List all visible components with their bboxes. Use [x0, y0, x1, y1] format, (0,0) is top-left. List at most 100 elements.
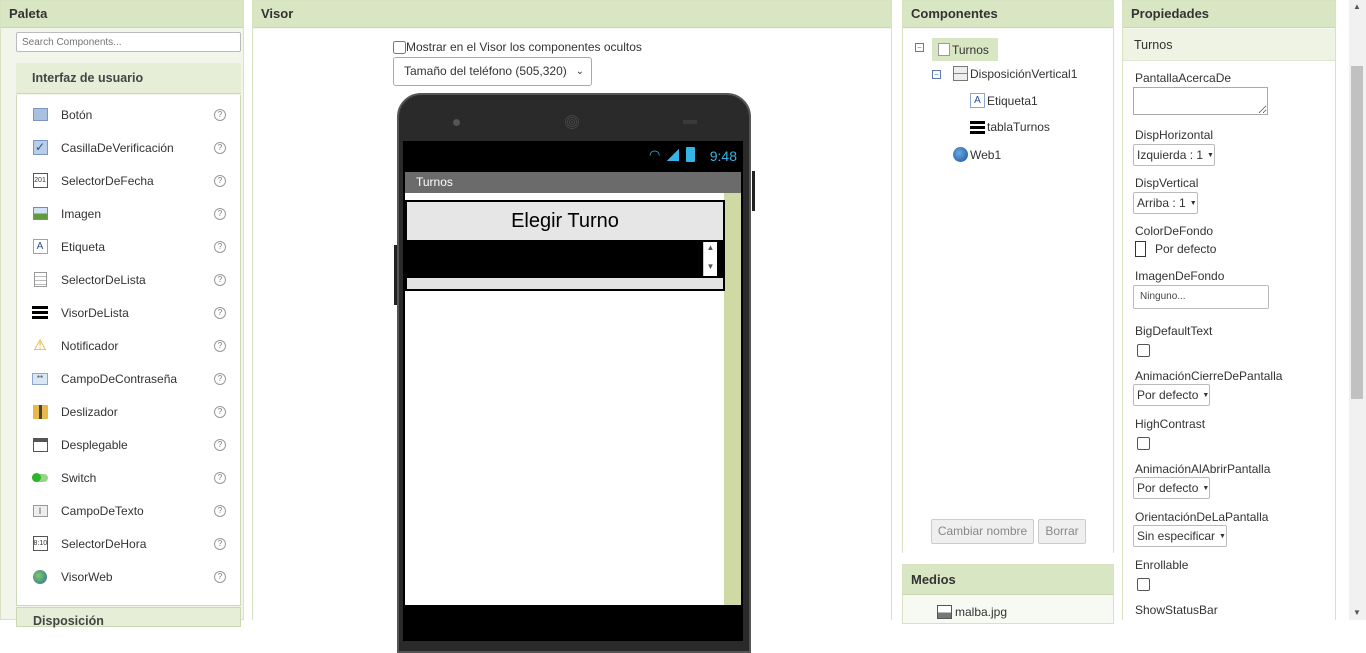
- help-icon[interactable]: ?: [214, 174, 226, 187]
- palette-item-listview[interactable]: VisorDeLista ?: [17, 296, 240, 329]
- list-scrollbar[interactable]: ▲ ▼: [703, 242, 717, 276]
- phone-size-value: Tamaño del teléfono (505,320): [404, 64, 567, 78]
- show-hidden-checkbox[interactable]: [393, 40, 406, 54]
- phone-sensor-icon: [683, 120, 697, 124]
- list-view-icon: [32, 305, 48, 321]
- screen-title-bar: Turnos: [405, 172, 741, 193]
- scroll-up-icon[interactable]: ▲: [704, 242, 717, 253]
- properties-panel: Propiedades Turnos PantallaAcercaDe Disp…: [1122, 0, 1336, 621]
- screen-canvas[interactable]: Elegir Turno ▲ ▼: [405, 193, 741, 605]
- help-icon[interactable]: ?: [214, 504, 226, 517]
- show-hidden-label: Mostrar en el Visor los componentes ocul…: [406, 40, 642, 54]
- about-screen-textarea[interactable]: [1133, 87, 1268, 115]
- help-icon[interactable]: ?: [214, 405, 226, 418]
- vertical-arrangement[interactable]: Elegir Turno ▲ ▼: [405, 200, 725, 291]
- big-default-text-checkbox[interactable]: [1137, 344, 1150, 357]
- collapse-icon[interactable]: −: [932, 70, 941, 79]
- help-icon[interactable]: ?: [214, 273, 226, 286]
- palette-component-list: Botón ? ✓ CasillaDeVerificación ? 201 Se…: [16, 95, 241, 606]
- page-scrollbar[interactable]: ▲ ▼: [1349, 0, 1366, 620]
- palette-item-datepicker[interactable]: 201 SelectorDeFecha ?: [17, 164, 240, 197]
- palette-item-timepicker[interactable]: 8:10 SelectorDeHora ?: [17, 527, 240, 560]
- checkbox-icon: ✓: [32, 140, 48, 156]
- align-vertical-value: Arriba : 1: [1137, 196, 1186, 210]
- high-contrast-checkbox[interactable]: [1137, 437, 1150, 450]
- help-icon[interactable]: ?: [214, 207, 226, 220]
- palette-item-label: Notificador: [61, 338, 119, 353]
- open-animation-dropdown[interactable]: Por defecto ▼: [1133, 477, 1211, 499]
- components-title: Componentes: [903, 1, 1113, 28]
- palette-item-spinner[interactable]: Desplegable ?: [17, 428, 240, 461]
- help-icon[interactable]: ?: [214, 141, 226, 154]
- scrollable-checkbox[interactable]: [1137, 578, 1150, 591]
- help-icon[interactable]: ?: [214, 108, 226, 121]
- color-swatch-icon: [1135, 241, 1146, 257]
- list-picker-icon: [32, 272, 48, 288]
- palette-item-webviewer[interactable]: VisorWeb ?: [17, 560, 240, 593]
- palette-item-checkbox[interactable]: ✓ CasillaDeVerificación ?: [17, 131, 240, 164]
- background-image-label: ImagenDeFondo: [1135, 269, 1225, 283]
- help-icon[interactable]: ?: [214, 372, 226, 385]
- tree-node-web[interactable]: Web1: [953, 147, 1001, 162]
- palette-item-textbox[interactable]: I CampoDeTexto ?: [17, 494, 240, 527]
- properties-title: Propiedades: [1123, 1, 1335, 28]
- text-field-icon: I: [32, 503, 48, 519]
- help-icon[interactable]: ?: [214, 339, 226, 352]
- palette-item-switch[interactable]: Switch ?: [17, 461, 240, 494]
- tree-node-label: Web1: [970, 147, 1002, 162]
- media-file-item[interactable]: malba.jpg: [937, 605, 1007, 619]
- help-icon[interactable]: ?: [214, 471, 226, 484]
- tree-node-label: tablaTurnos: [987, 120, 1050, 134]
- palette-item-notifier[interactable]: ⚠ Notificador ?: [17, 329, 240, 362]
- palette-item-password[interactable]: ** CampoDeContraseña ?: [17, 362, 240, 395]
- palette-item-listpicker[interactable]: SelectorDeLista ?: [17, 263, 240, 296]
- search-components-input[interactable]: [16, 32, 241, 52]
- tree-node-screen[interactable]: Turnos: [932, 38, 998, 61]
- scroll-down-icon[interactable]: ▼: [1353, 608, 1361, 617]
- components-tree: − Turnos − DisposiciónVertical1 A Etique…: [903, 29, 1113, 553]
- tree-node-label-1[interactable]: A Etiqueta1: [970, 93, 1038, 108]
- palette-item-label-component[interactable]: A Etiqueta ?: [17, 230, 240, 263]
- tree-node-table[interactable]: tablaTurnos: [970, 120, 1050, 134]
- help-icon[interactable]: ?: [214, 537, 226, 550]
- tree-node-vertical-arrangement[interactable]: DisposiciónVertical1: [953, 66, 1077, 81]
- viewer-panel: Visor Mostrar en el Visor los componente…: [252, 0, 892, 653]
- components-panel: Componentes − Turnos − DisposiciónVertic…: [902, 0, 1114, 553]
- phone-preview: ◠ 9:48 Turnos Elegir Turno ▲ ▼: [394, 93, 755, 653]
- palette-item-label: CampoDeContraseña: [61, 371, 178, 386]
- phone-size-select[interactable]: Tamaño del teléfono (505,320) ⌄: [393, 57, 592, 86]
- palette-item-label: CampoDeTexto: [61, 503, 144, 518]
- show-hidden-components[interactable]: Mostrar en el Visor los componentes ocul…: [393, 40, 642, 54]
- label-letter-icon: A: [970, 93, 985, 108]
- palette-item-slider[interactable]: Deslizador ?: [17, 395, 240, 428]
- collapse-icon[interactable]: −: [915, 43, 924, 52]
- rename-button[interactable]: Cambiar nombre: [931, 519, 1034, 544]
- help-icon[interactable]: ?: [214, 438, 226, 451]
- help-icon[interactable]: ?: [214, 306, 226, 319]
- delete-button[interactable]: Borrar: [1038, 519, 1086, 544]
- category-layout[interactable]: Disposición: [16, 607, 241, 628]
- globe-icon: [32, 569, 48, 585]
- viewer-title: Visor: [253, 1, 891, 28]
- viewer-body: Mostrar en el Visor los componentes ocul…: [253, 29, 891, 653]
- background-image-picker[interactable]: Ninguno...: [1133, 285, 1269, 309]
- category-user-interface[interactable]: Interfaz de usuario: [16, 63, 241, 94]
- align-horizontal-dropdown[interactable]: Izquierda : 1 ▼: [1133, 144, 1215, 166]
- help-icon[interactable]: ?: [214, 570, 226, 583]
- palette-item-image[interactable]: Imagen ?: [17, 197, 240, 230]
- background-color-value: Por defecto: [1155, 242, 1217, 256]
- help-icon[interactable]: ?: [214, 240, 226, 253]
- list-view-table[interactable]: ▲ ▼: [407, 240, 723, 278]
- properties-list: PantallaAcercaDe DispHorizontal Izquierd…: [1123, 61, 1335, 621]
- palette-panel: Paleta Interfaz de usuario Botón ? ✓ Cas…: [0, 0, 244, 628]
- scroll-down-icon[interactable]: ▼: [704, 261, 717, 272]
- dropdown-arrow-icon: ▼: [1207, 152, 1214, 159]
- close-animation-dropdown[interactable]: Por defecto ▼: [1133, 384, 1211, 406]
- scroll-up-icon[interactable]: ▲: [1353, 2, 1361, 11]
- scrollbar-thumb[interactable]: [1351, 66, 1363, 399]
- label-elegir-turno[interactable]: Elegir Turno: [407, 202, 723, 240]
- palette-item-button[interactable]: Botón ?: [17, 98, 240, 131]
- background-color-picker[interactable]: Por defecto: [1135, 241, 1216, 257]
- screen-orientation-dropdown[interactable]: Sin especificar ▼: [1133, 525, 1227, 547]
- align-vertical-dropdown[interactable]: Arriba : 1 ▼: [1133, 192, 1198, 214]
